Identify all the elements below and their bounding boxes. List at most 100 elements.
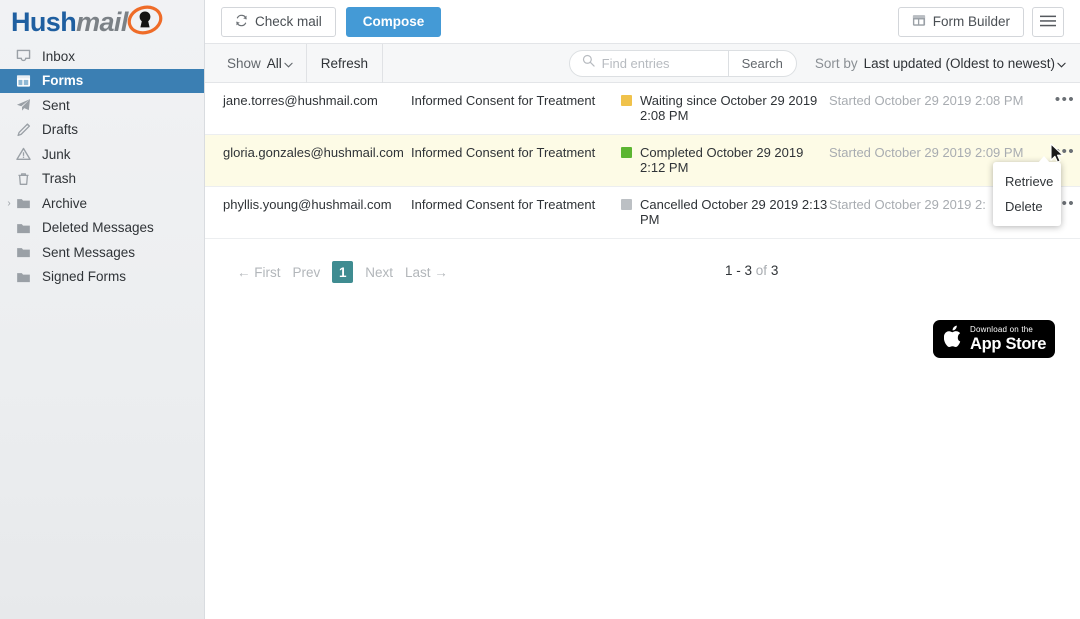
app-store-line2: App Store: [970, 336, 1046, 353]
compose-label: Compose: [363, 14, 425, 29]
app-store-badge[interactable]: Download on the App Store: [933, 320, 1055, 358]
sidebar-item-archive[interactable]: › Archive: [0, 191, 204, 216]
folder-icon: [14, 195, 33, 212]
keyhole-oval-logo-icon: [126, 5, 164, 40]
sidebar-item-junk[interactable]: Junk: [0, 142, 204, 167]
row-email: phyllis.young@hushmail.com: [205, 197, 411, 212]
sidebar-item-signed-forms[interactable]: Signed Forms: [0, 265, 204, 290]
apple-logo-icon: [944, 325, 963, 353]
sidebar-item-label: Inbox: [42, 49, 75, 64]
refresh-button[interactable]: Refresh: [307, 44, 383, 83]
sidebar-item-inbox[interactable]: Inbox: [0, 44, 204, 69]
main-panel: Check mail Compose Form Builder: [205, 0, 1080, 619]
refresh-label: Refresh: [321, 56, 368, 71]
toolbar-right-group: Form Builder: [898, 7, 1064, 37]
row-form-name: Informed Consent for Treatment: [411, 197, 621, 212]
page-prev-button[interactable]: Prev: [293, 265, 321, 280]
trash-icon: [14, 170, 33, 187]
show-filter[interactable]: Show All: [227, 44, 307, 83]
folder-icon: [14, 244, 33, 261]
app-store-line1: Download on the: [970, 326, 1046, 334]
top-toolbar: Check mail Compose Form Builder: [205, 0, 1080, 44]
status-color-swatch: [621, 147, 632, 158]
menu-item-delete[interactable]: Delete: [993, 194, 1061, 219]
count-of-label: of: [756, 263, 767, 278]
row-status: Cancelled October 29 2019 2:13 PM: [621, 197, 829, 227]
refresh-icon: [235, 14, 248, 30]
sidebar-item-label: Drafts: [42, 122, 78, 137]
hushmail-logo[interactable]: Hushmail: [0, 0, 204, 44]
forms-icon: [14, 72, 33, 89]
chevron-right-icon[interactable]: ›: [4, 198, 14, 209]
show-value[interactable]: All: [267, 56, 293, 71]
ellipsis-icon: •••: [1055, 92, 1075, 107]
row-email: jane.torres@hushmail.com: [205, 93, 411, 108]
search-button-label: Search: [742, 56, 783, 71]
chevron-down-icon: [1057, 56, 1066, 71]
form-builder-button[interactable]: Form Builder: [898, 7, 1024, 37]
folder-icon: [14, 219, 33, 236]
sidebar-item-label: Trash: [42, 171, 76, 186]
logo-mail-text: mail: [76, 7, 128, 37]
filter-bar: Show All Refresh Find entries: [205, 44, 1080, 83]
warning-triangle-icon: [14, 146, 33, 163]
row-started: Started October 29 2019 2:08 PM: [829, 93, 1050, 108]
row-started: Started October 29 2019 2:09 PM: [829, 145, 1050, 160]
table-row[interactable]: gloria.gonzales@hushmail.com Informed Co…: [205, 135, 1080, 187]
sort-label: Sort by: [815, 56, 858, 71]
search-button[interactable]: Search: [728, 50, 796, 77]
sidebar-item-trash[interactable]: Trash: [0, 167, 204, 192]
row-menu-button-active[interactable]: •••: [1050, 145, 1080, 159]
row-status: Waiting since October 29 2019 2:08 PM: [621, 93, 829, 123]
app-store-text: Download on the App Store: [970, 326, 1046, 353]
page-current[interactable]: 1: [332, 261, 353, 283]
row-form-name: Informed Consent for Treatment: [411, 93, 621, 108]
check-mail-button[interactable]: Check mail: [221, 7, 336, 37]
sidebar-item-sent-messages[interactable]: Sent Messages: [0, 240, 204, 265]
check-mail-label: Check mail: [255, 14, 322, 29]
ellipsis-icon: •••: [1055, 144, 1075, 159]
menu-item-retrieve[interactable]: Retrieve: [993, 169, 1061, 194]
hamburger-menu-button[interactable]: [1032, 7, 1064, 37]
sidebar-item-label: Forms: [42, 73, 83, 88]
sidebar-item-sent[interactable]: Sent: [0, 93, 204, 118]
search-placeholder: Find entries: [602, 56, 670, 71]
show-label: Show: [227, 56, 261, 71]
sidebar-item-drafts[interactable]: Drafts: [0, 118, 204, 143]
count-total: 3: [771, 263, 779, 278]
entries-table: jane.torres@hushmail.com Informed Consen…: [205, 83, 1080, 239]
sidebar-item-label: Sent: [42, 98, 70, 113]
sidebar-nav: Inbox Forms Sent Drafts: [0, 44, 204, 289]
search-icon: [582, 54, 595, 72]
sidebar-item-label: Sent Messages: [42, 245, 135, 260]
hamburger-icon: [1040, 12, 1056, 32]
compose-button[interactable]: Compose: [346, 7, 442, 37]
pagination: ← First Prev 1 Next Last → 1 - 3 of 3: [205, 239, 1080, 283]
sort-control[interactable]: Sort by Last updated (Oldest to newest): [797, 44, 1080, 83]
sidebar: Hushmail Inbox Forms: [0, 0, 205, 619]
row-status-text: Completed October 29 2019 2:12 PM: [640, 145, 829, 175]
sidebar-item-label: Deleted Messages: [42, 220, 154, 235]
search-group: Find entries Search: [569, 50, 797, 77]
sidebar-item-forms[interactable]: Forms: [0, 69, 204, 94]
row-context-menu: Retrieve Delete: [993, 162, 1061, 226]
page-last-button[interactable]: Last →: [405, 265, 448, 280]
row-status: Completed October 29 2019 2:12 PM: [621, 145, 829, 175]
pagination-count: 1 - 3 of 3: [725, 263, 778, 278]
sort-value[interactable]: Last updated (Oldest to newest): [864, 56, 1066, 71]
table-row[interactable]: jane.torres@hushmail.com Informed Consen…: [205, 83, 1080, 135]
form-builder-label: Form Builder: [933, 14, 1010, 29]
sort-value-text: Last updated (Oldest to newest): [864, 56, 1055, 71]
show-value-text: All: [267, 56, 282, 71]
pagination-controls: ← First Prev 1 Next Last →: [205, 261, 448, 283]
count-range: 1 - 3: [725, 263, 752, 278]
sidebar-item-label: Archive: [42, 196, 87, 211]
page-next-button[interactable]: Next: [365, 265, 393, 280]
folder-icon: [14, 268, 33, 285]
page-first-button[interactable]: ← First: [237, 265, 281, 280]
table-row[interactable]: phyllis.young@hushmail.com Informed Cons…: [205, 187, 1080, 239]
sidebar-item-deleted-messages[interactable]: Deleted Messages: [0, 216, 204, 241]
paper-plane-icon: [14, 97, 33, 114]
search-input[interactable]: Find entries: [570, 54, 728, 72]
row-menu-button[interactable]: •••: [1050, 93, 1080, 107]
